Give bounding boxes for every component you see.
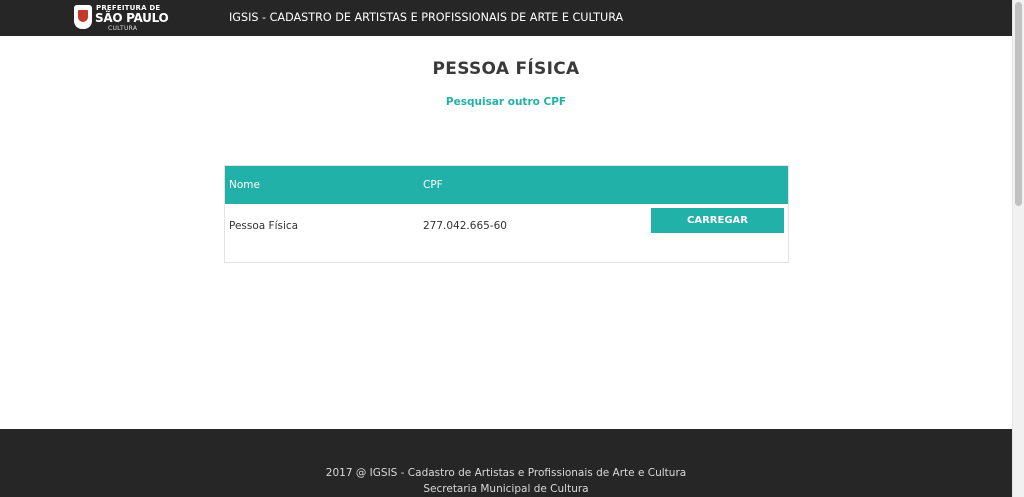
footer-copyright: 2017 @ IGSIS - Cadastro de Artistas e Pr… xyxy=(325,467,687,479)
logo-line-3: CULTURA xyxy=(108,25,138,32)
carregar-button[interactable]: CARREGAR xyxy=(651,208,784,233)
prefeitura-logo[interactable]: PREFEITURA DE SÃO PAULO CULTURA xyxy=(74,3,169,33)
footer-department: Secretaria Municipal de Cultura xyxy=(423,483,589,495)
search-another-cpf-link[interactable]: Pesquisar outro CPF xyxy=(0,96,1012,108)
logo-line-2: SÃO PAULO xyxy=(95,11,169,25)
column-header-nome: Nome xyxy=(229,179,260,191)
cell-cpf: 277.042.665-60 xyxy=(423,220,507,232)
top-navbar: PREFEITURA DE SÃO PAULO CULTURA IGSIS - … xyxy=(0,0,1012,36)
app-title[interactable]: IGSIS - CADASTRO DE ARTISTAS E PROFISSIO… xyxy=(229,11,623,24)
column-header-cpf: CPF xyxy=(423,179,443,191)
scrollbar-thumb[interactable] xyxy=(1015,2,1022,206)
vertical-scrollbar[interactable] xyxy=(1012,0,1024,497)
page-title: PESSOA FÍSICA xyxy=(432,59,580,79)
cell-nome: Pessoa Física xyxy=(229,220,299,232)
coat-of-arms-icon xyxy=(74,5,92,29)
table-header: Nome CPF xyxy=(225,166,788,204)
results-table: Nome CPF Pessoa Física 277.042.665-60 CA… xyxy=(224,165,789,263)
footer: 2017 @ IGSIS - Cadastro de Artistas e Pr… xyxy=(0,429,1012,497)
